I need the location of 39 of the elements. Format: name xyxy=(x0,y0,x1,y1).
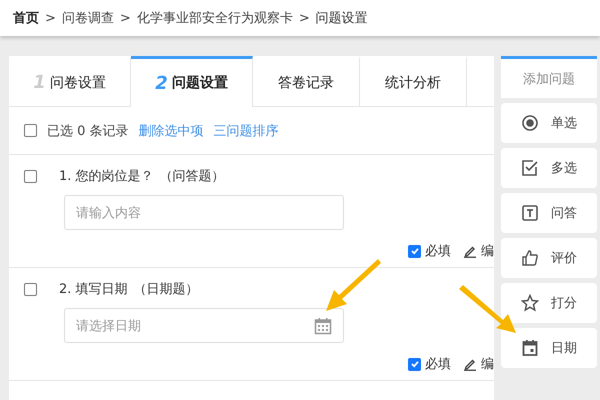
question-type: （问答题） xyxy=(160,168,225,185)
breadcrumb-separator: > xyxy=(120,10,131,26)
question-title: 2. 填写日期 xyxy=(59,281,128,298)
breadcrumb-link[interactable]: 化学事业部安全行为观察卡 xyxy=(136,9,293,27)
add-question-button[interactable]: 打分 xyxy=(501,283,597,323)
checkbox[interactable] xyxy=(408,244,421,258)
panel-title: 添加问题 xyxy=(501,56,597,98)
calendar-icon xyxy=(314,316,332,334)
pencil-icon xyxy=(463,244,477,258)
add-question-button[interactable]: 单选 xyxy=(501,103,597,143)
breadcrumb-link[interactable]: 首页 xyxy=(13,9,39,27)
add-question-button[interactable]: 多选 xyxy=(501,148,597,188)
checkbox[interactable] xyxy=(24,124,37,137)
checkbox[interactable] xyxy=(24,282,37,296)
add-question-button[interactable]: 问答 xyxy=(501,193,597,233)
text-box-icon xyxy=(521,204,539,222)
edit-link[interactable]: 编 xyxy=(481,355,494,373)
pencil-icon xyxy=(463,357,477,371)
checkbox[interactable] xyxy=(408,358,421,370)
star-icon xyxy=(521,294,539,312)
thumbs-up-icon xyxy=(521,249,539,267)
breadcrumb-separator: > xyxy=(298,10,310,26)
annotation-arrow xyxy=(459,285,516,333)
edit-link[interactable]: 编 xyxy=(481,242,494,260)
required-label: 必填 xyxy=(425,243,451,260)
add-question-button[interactable]: 评价 xyxy=(501,238,597,278)
checkbox-icon xyxy=(521,159,539,177)
question-type: （日期题） xyxy=(134,281,199,298)
selection-count: 已选 0 条记录 xyxy=(47,122,129,140)
calendar-icon xyxy=(521,339,539,357)
breadcrumb-separator: > xyxy=(45,10,56,26)
question-title: 1. 您的岗位是？ xyxy=(59,168,154,185)
checkbox[interactable] xyxy=(24,170,37,182)
tab[interactable]: 2 问题设置 xyxy=(131,56,253,107)
annotation-arrow xyxy=(326,259,381,311)
breadcrumb-link[interactable]: 问卷调查 xyxy=(62,9,114,27)
radio-icon xyxy=(521,114,539,132)
add-question-button[interactable]: 日期 xyxy=(501,328,597,368)
required-label: 必填 xyxy=(425,356,451,373)
